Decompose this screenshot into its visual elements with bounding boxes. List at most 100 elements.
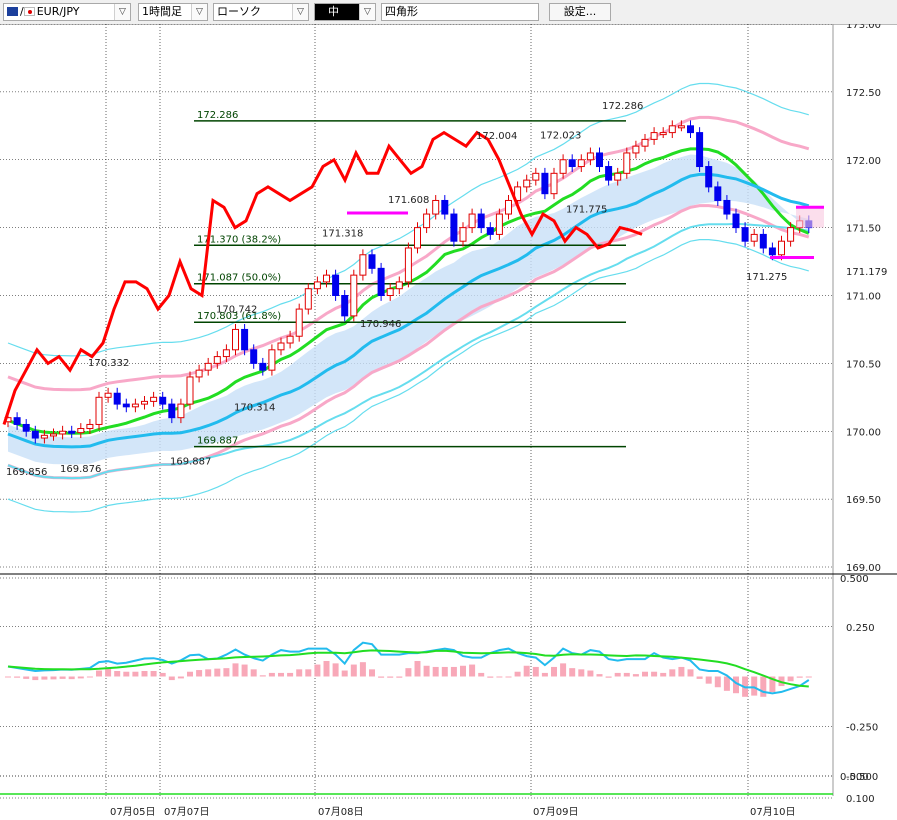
macd-histogram-bar bbox=[578, 669, 585, 677]
fib-level-label: 169.887 bbox=[197, 436, 238, 447]
candle-body bbox=[277, 342, 285, 351]
candle-body bbox=[787, 227, 795, 242]
macd-histogram-bar bbox=[205, 669, 212, 677]
subchart-axis-label: 0.250 bbox=[846, 623, 875, 634]
candle-body bbox=[40, 434, 48, 439]
macd-histogram-bar bbox=[5, 676, 11, 678]
candle-body bbox=[13, 417, 21, 425]
macd-histogram-bar bbox=[223, 668, 230, 677]
candle-body bbox=[377, 267, 385, 297]
symbol-label: EUR/JPY bbox=[36, 5, 80, 18]
macd-histogram-bar bbox=[623, 672, 630, 677]
rectangle-fill bbox=[796, 207, 824, 228]
chart-style-selector[interactable]: ローソク ▽ bbox=[213, 3, 309, 21]
candle-body bbox=[505, 199, 512, 215]
price-annotation-label: 169.887 bbox=[170, 457, 211, 468]
candle-body bbox=[104, 392, 112, 398]
candle-body bbox=[259, 362, 267, 371]
macd-histogram-bar bbox=[241, 664, 248, 677]
chevron-down-icon[interactable]: ▽ bbox=[359, 4, 375, 20]
macd-histogram-bar bbox=[150, 671, 157, 677]
macd-histogram-bar bbox=[523, 665, 530, 677]
eu-flag-icon bbox=[7, 7, 18, 16]
candle-body bbox=[368, 254, 376, 269]
macd-histogram-bar bbox=[159, 672, 166, 677]
chevron-down-icon[interactable]: ▽ bbox=[191, 4, 207, 20]
candle-body bbox=[323, 274, 330, 283]
candle-body bbox=[113, 392, 121, 405]
candle-body bbox=[150, 396, 158, 402]
macd-histogram-bar bbox=[714, 676, 721, 688]
candle-body bbox=[668, 125, 676, 134]
candle-body bbox=[677, 125, 685, 129]
candle-body bbox=[687, 125, 694, 134]
price-axis-label: 171.00 bbox=[846, 292, 881, 303]
candle-body bbox=[168, 403, 176, 419]
macd-histogram-bar bbox=[278, 672, 284, 677]
macd-histogram-bar bbox=[105, 668, 112, 677]
price-axis-label: 173.00 bbox=[846, 24, 881, 31]
macd-histogram-bar bbox=[341, 670, 348, 677]
macd-histogram-bar bbox=[287, 672, 294, 677]
macd-histogram-bar bbox=[587, 670, 594, 677]
price-annotation-label: 172.286 bbox=[602, 101, 643, 112]
candle-body bbox=[714, 186, 722, 201]
chevron-down-icon[interactable]: ▽ bbox=[114, 4, 130, 20]
macd-histogram-bar bbox=[59, 676, 66, 679]
macd-histogram-bar bbox=[96, 670, 102, 677]
candle-body bbox=[95, 396, 103, 425]
candle-body bbox=[304, 288, 312, 310]
candle-body bbox=[432, 199, 440, 215]
candle-body bbox=[632, 145, 640, 154]
macd-subchart: 0.5000.250-0.250-0.5000.5000.100 bbox=[0, 573, 897, 805]
candle-body bbox=[705, 166, 713, 188]
candle-body bbox=[122, 403, 130, 408]
candle-body bbox=[732, 213, 740, 229]
price-axis-label: 172.00 bbox=[846, 156, 881, 167]
macd-histogram-bar bbox=[614, 672, 621, 677]
macd-histogram-bar bbox=[632, 674, 639, 677]
chart-style-label: ローソク bbox=[217, 5, 261, 18]
macd-histogram-bar bbox=[132, 671, 139, 677]
subchart-axis-label: 0.500 bbox=[840, 772, 869, 783]
candle-body bbox=[495, 213, 503, 235]
macd-histogram-bar bbox=[805, 676, 812, 678]
candle-body bbox=[232, 328, 239, 351]
candle-body bbox=[568, 159, 576, 168]
price-chart[interactable]: 172.286171.370 (38.2%)171.087 (50.0%)170… bbox=[0, 24, 897, 820]
price-annotation-label: 170.742 bbox=[216, 305, 257, 316]
candle-body bbox=[22, 423, 30, 432]
macd-histogram-bar bbox=[469, 664, 476, 677]
settings-button[interactable]: 設定... bbox=[549, 3, 611, 21]
symbol-selector[interactable]: / EUR/JPY ▽ bbox=[3, 3, 131, 21]
macd-histogram-bar bbox=[259, 675, 266, 677]
price-annotation-label: 171.775 bbox=[566, 204, 607, 215]
candle-body bbox=[350, 274, 358, 317]
candle-body bbox=[404, 247, 412, 283]
drawing-tool-field[interactable]: 四角形 bbox=[381, 3, 539, 21]
macd-histogram-bar bbox=[569, 668, 576, 677]
macd-histogram-bar bbox=[496, 676, 503, 678]
macd-histogram-bar bbox=[369, 669, 375, 677]
macd-histogram-bar bbox=[651, 671, 658, 677]
candle-body bbox=[586, 152, 594, 161]
candle-body bbox=[86, 423, 94, 430]
line-width-selector[interactable]: 中 ▽ bbox=[314, 3, 376, 21]
macd-histogram-bar bbox=[332, 663, 339, 677]
candle-body bbox=[523, 179, 531, 188]
candle-body bbox=[541, 172, 549, 195]
macd-histogram-bar bbox=[77, 676, 84, 679]
candle-body bbox=[131, 403, 139, 408]
macd-histogram-bar bbox=[168, 676, 175, 681]
price-annotation-label: 169.876 bbox=[60, 464, 101, 475]
subchart-axis-label: -0.250 bbox=[846, 722, 878, 733]
candle-body bbox=[778, 240, 785, 256]
chevron-down-icon[interactable]: ▽ bbox=[292, 4, 308, 20]
macd-histogram-bar bbox=[314, 664, 321, 677]
candle-body bbox=[596, 152, 603, 168]
macd-histogram-bar bbox=[696, 676, 703, 679]
macd-histogram-bar bbox=[114, 671, 121, 677]
price-axis-label: 169.50 bbox=[846, 495, 881, 506]
timeframe-selector[interactable]: 1時間足 ▽ bbox=[138, 3, 208, 21]
candle-body bbox=[332, 274, 340, 296]
